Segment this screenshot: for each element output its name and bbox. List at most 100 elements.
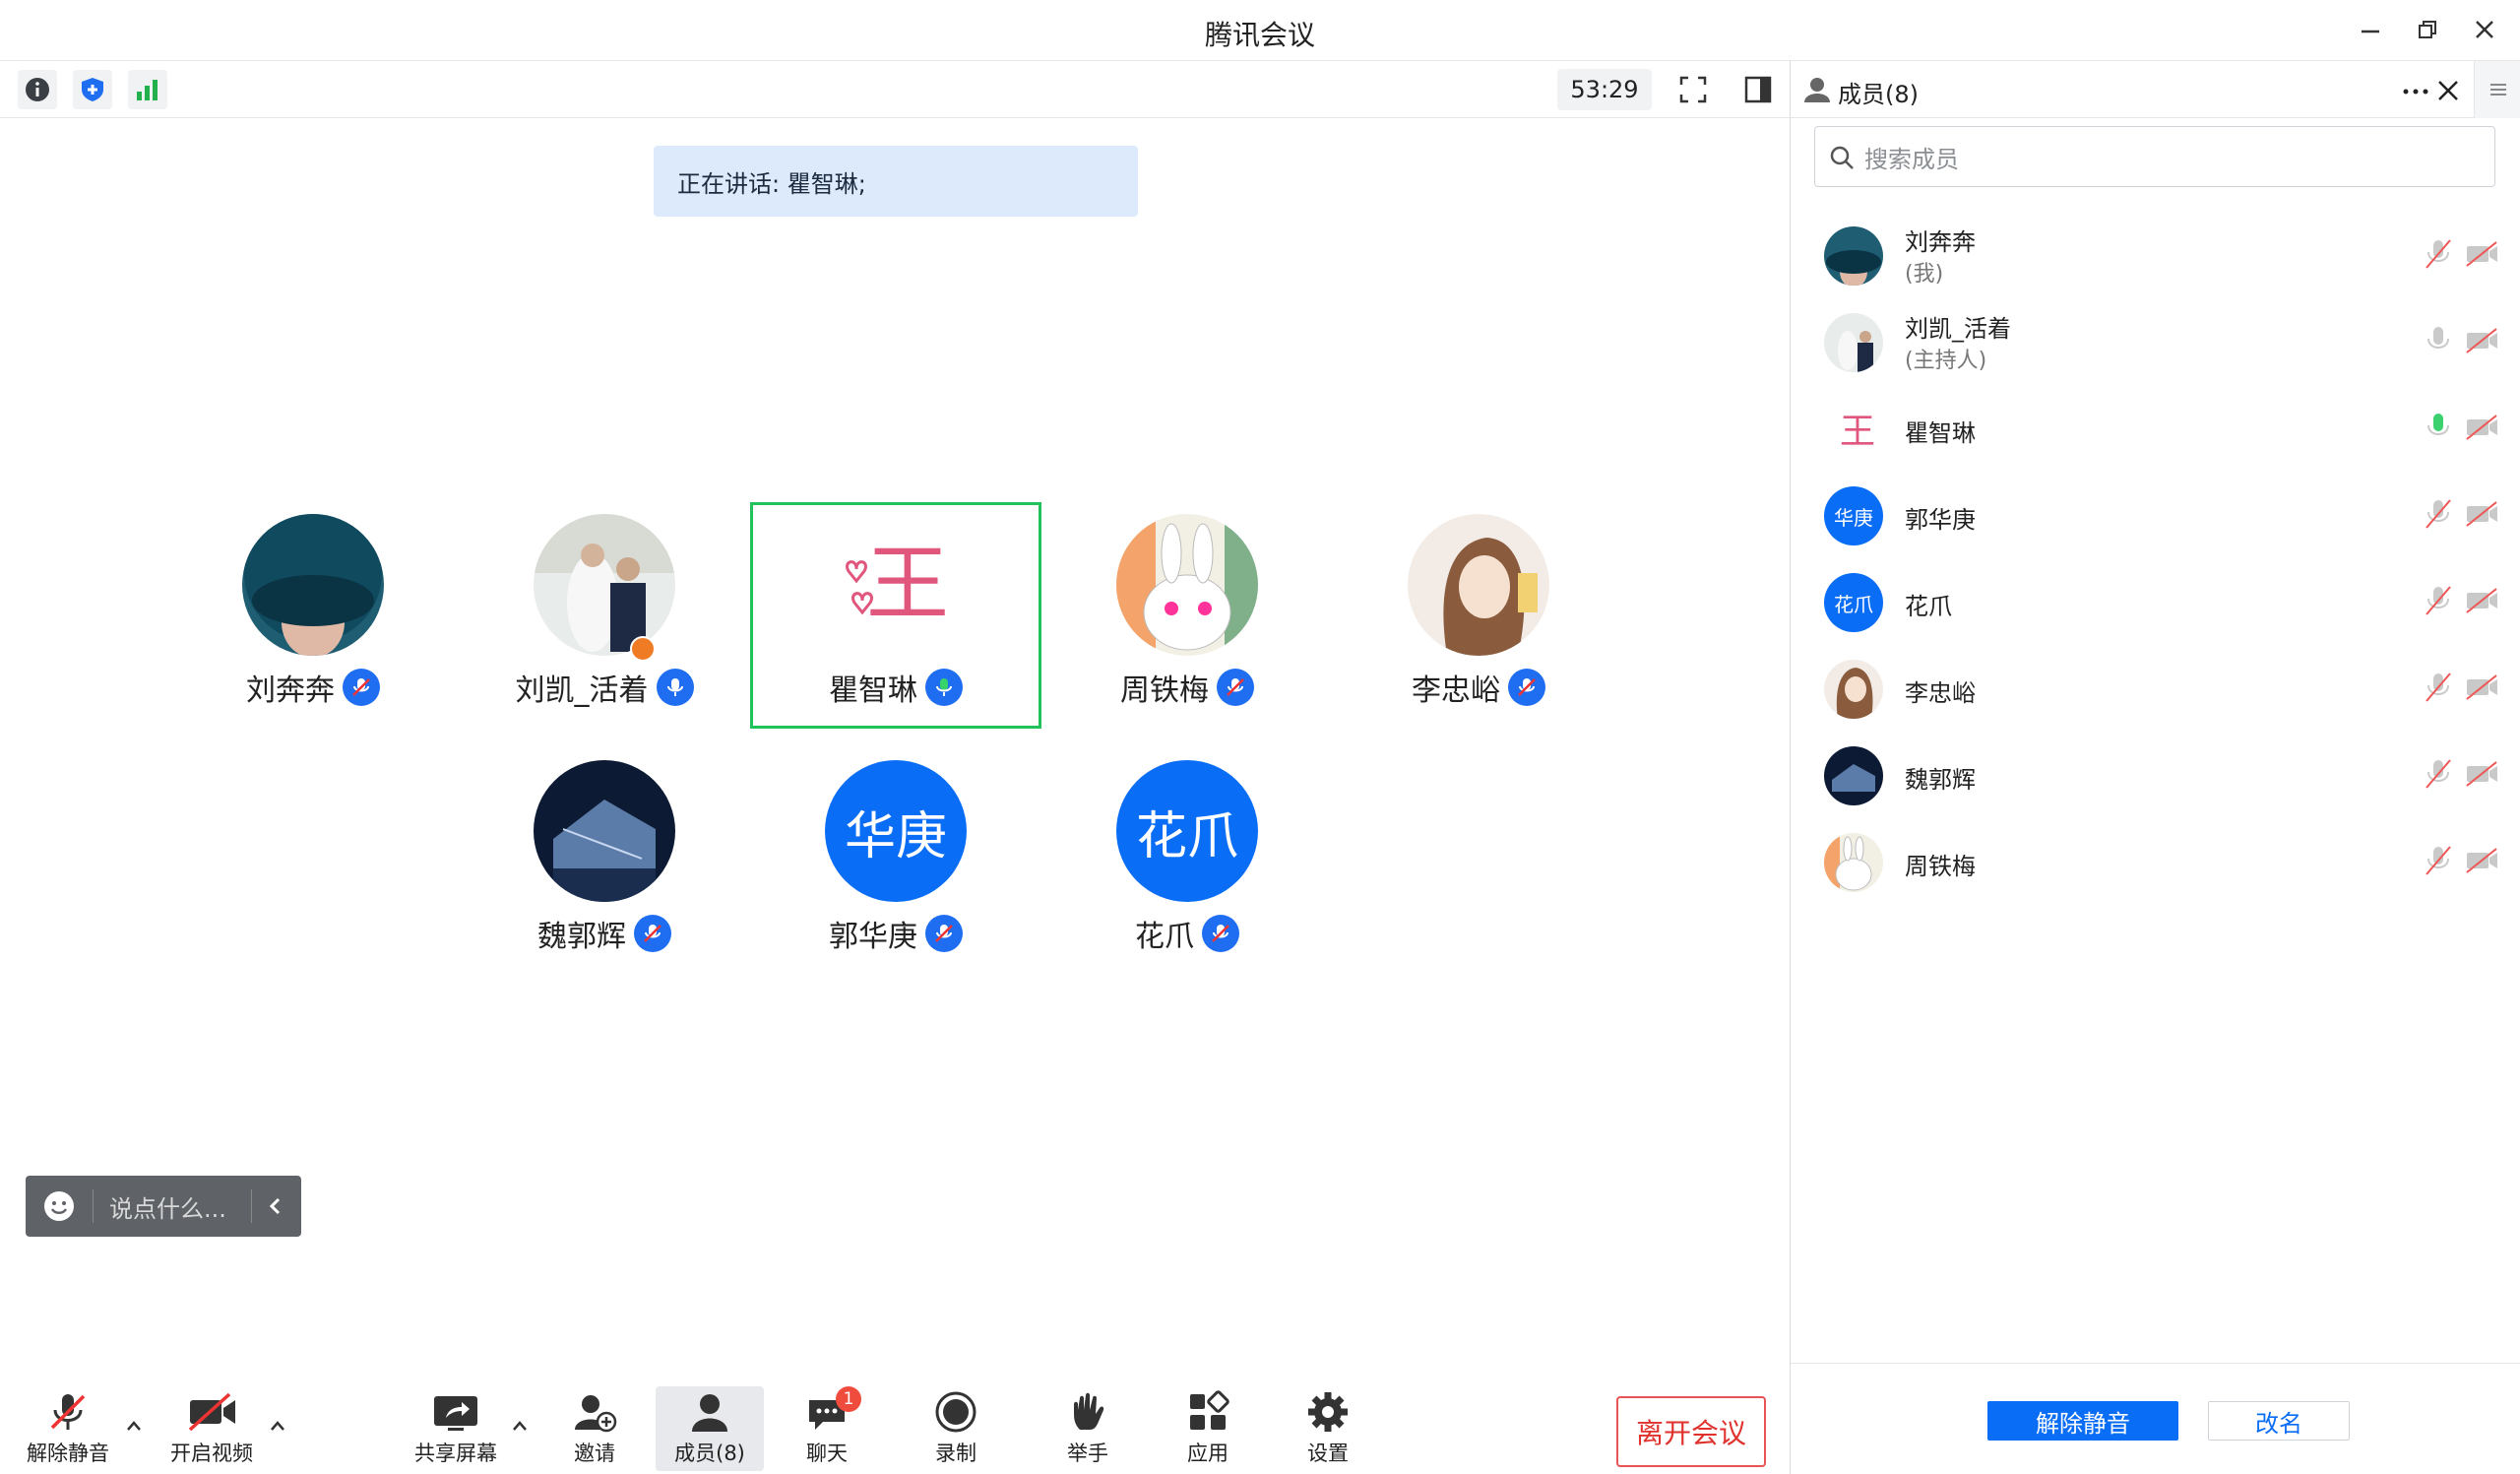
member-row[interactable]: 王 瞿智琳 [1791,388,2520,475]
members-panel-footer: 解除静音 改名 [1791,1363,2520,1474]
title-bar: 腾讯会议 [0,0,2520,61]
members-icon [1804,78,1830,102]
member-search-input[interactable]: 搜索成员 [1814,126,2495,187]
avatar [1408,514,1549,656]
minimize-button[interactable] [2347,10,2394,49]
member-name: 花爪 [1905,593,1952,620]
close-panel-icon[interactable] [2436,79,2460,102]
camera-off-icon[interactable] [2464,323,2499,358]
fullscreen-icon [1679,76,1707,103]
members-panel: 成员(8) 搜索成员 刘奔奔 (我) 刘凯_活着 (主持人) 王 瞿智琳 华庚 … [1790,61,2520,1474]
member-row[interactable]: 李忠峪 [1791,648,2520,735]
network-button[interactable] [128,70,167,109]
rename-button[interactable]: 改名 [2208,1401,2350,1441]
meeting-toolbar-top: 53:29 [0,61,1790,118]
video-grid-area: 正在讲话: 瞿智琳; 刘奔奔 刘凯_活着 王 瞿智琳 周铁梅 李忠峪 魏郭辉 华… [0,118,1790,1474]
mic-muted-icon [1217,669,1254,706]
camera-off-icon[interactable] [2464,670,2499,705]
panel-menu-button[interactable] [2474,61,2520,118]
info-button[interactable] [18,70,57,109]
search-icon [1830,146,1854,169]
participant-tile[interactable]: 周铁梅 [1041,502,1333,729]
chevron-up-icon [513,1421,527,1431]
raise-hand-button[interactable]: 举手 [1034,1386,1142,1471]
participant-name: 刘凯_活着 [515,673,649,708]
participant-tile[interactable]: 李忠峪 [1333,502,1624,729]
close-icon [2476,21,2493,38]
member-row[interactable]: 刘凯_活着 (主持人) [1791,301,2520,388]
restore-button[interactable] [2404,10,2451,49]
member-row[interactable]: 刘奔奔 (我) [1791,215,2520,301]
fullscreen-button[interactable] [1673,70,1713,109]
video-options-caret[interactable] [266,1414,289,1438]
gear-icon [1308,1392,1348,1432]
signal-icon [137,80,158,100]
apps-label: 应用 [1187,1442,1228,1465]
participant-tile[interactable]: 刘奔奔 [167,502,459,729]
unmute-button[interactable]: 解除静音 [14,1386,122,1471]
camera-off-icon[interactable] [2464,583,2499,618]
mic-muted-icon[interactable] [2421,756,2456,792]
settings-button[interactable]: 设置 [1274,1386,1382,1471]
chat-button[interactable]: 1 聊天 [773,1386,881,1471]
avatar [1824,660,1883,719]
layout-button[interactable] [1738,70,1778,109]
start-video-button[interactable]: 开启视频 [158,1386,266,1471]
chat-placeholder: 说点什么... [109,1194,226,1223]
mic-muted-icon[interactable] [2421,670,2456,705]
avatar: 花爪 [1824,573,1883,632]
menu-icon [2489,84,2506,96]
quick-chat-input[interactable]: 说点什么... [26,1176,301,1237]
participant-tile-active-speaker[interactable]: 王 瞿智琳 [750,502,1041,729]
camera-off-icon[interactable] [2464,496,2499,532]
member-row[interactable]: 花爪 花爪 [1791,561,2520,648]
members-button[interactable]: 成员(8) [656,1386,764,1471]
participant-tile[interactable]: 刘凯_活着 [459,502,750,729]
avatar [1824,226,1883,286]
mic-muted-icon[interactable] [2421,496,2456,532]
chevron-left-icon[interactable] [264,1194,287,1218]
close-window-button[interactable] [2461,10,2508,49]
chevron-up-icon [271,1421,284,1431]
camera-off-icon[interactable] [2464,410,2499,445]
audio-options-caret[interactable] [122,1414,146,1438]
avatar: 华庚 [1824,486,1883,545]
record-button[interactable]: 录制 [902,1386,1010,1471]
record-icon [935,1391,976,1433]
avatar [1824,833,1883,892]
member-row[interactable]: 魏郭辉 [1791,735,2520,821]
member-row[interactable]: 周铁梅 [1791,821,2520,908]
raise-hand-label: 举手 [1067,1442,1108,1465]
apps-button[interactable]: 应用 [1154,1386,1262,1471]
mic-muted-icon[interactable] [2421,236,2456,272]
member-name: 周铁梅 [1905,853,1976,880]
member-name: 魏郭辉 [1905,766,1976,794]
mic-muted-icon[interactable] [2421,843,2456,878]
camera-off-icon[interactable] [2464,756,2499,792]
mic-speaking-icon[interactable] [2421,410,2456,445]
share-options-caret[interactable] [508,1414,532,1438]
camera-off-icon[interactable] [2464,236,2499,272]
speaking-indicator: 正在讲话: 瞿智琳; [654,146,1138,217]
host-badge-icon [630,636,656,662]
avatar: 王 [825,514,967,656]
more-options-icon[interactable] [2401,77,2430,106]
camera-off-icon[interactable] [2464,843,2499,878]
avatar: 王 [1824,400,1883,459]
meeting-timer: 53:29 [1557,69,1652,110]
participant-tile[interactable]: 华庚 郭华庚 [750,748,1041,975]
unmute-self-button[interactable]: 解除静音 [1987,1401,2178,1441]
mic-icon[interactable] [2421,323,2456,358]
mic-muted-icon[interactable] [2421,583,2456,618]
members-panel-title: 成员(8) [1838,81,1919,108]
add-user-icon [575,1395,617,1433]
security-button[interactable] [73,70,112,109]
member-name: 刘奔奔 [1905,228,1976,256]
participant-tile[interactable]: 花爪 花爪 [1041,748,1333,975]
participant-tile[interactable]: 魏郭辉 [459,748,750,975]
leave-meeting-button[interactable]: 离开会议 [1616,1396,1766,1467]
member-row[interactable]: 华庚 郭华庚 [1791,475,2520,561]
share-screen-button[interactable]: 共享屏幕 [402,1386,510,1471]
invite-button[interactable]: 邀请 [540,1386,649,1471]
minimize-icon [2362,30,2379,33]
